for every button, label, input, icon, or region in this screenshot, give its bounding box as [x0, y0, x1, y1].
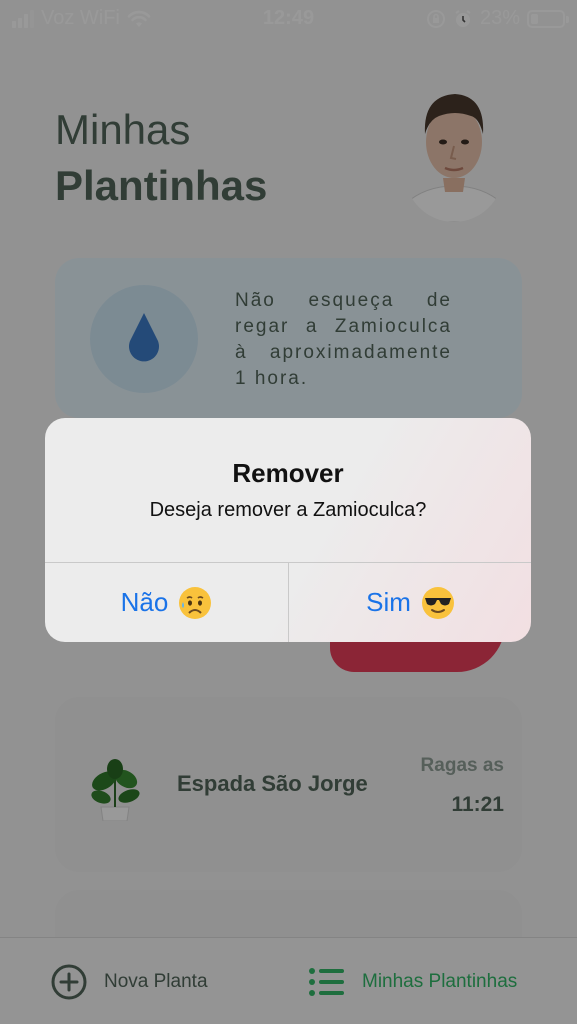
remove-alert-dialog: Remover Deseja remover a Zamioculca? Não…: [45, 418, 531, 642]
alert-title: Remover: [232, 458, 344, 488]
alert-yes-label: Sim: [366, 587, 411, 617]
alert-no-button[interactable]: Não: [45, 563, 288, 642]
alert-no-label: Não: [120, 587, 169, 617]
alert-yes-button[interactable]: Sim: [289, 563, 531, 642]
sunglasses-face-icon: [421, 586, 454, 619]
alert-message: Deseja remover a Zamioculca?: [149, 499, 427, 521]
sad-sweat-face-icon: [179, 586, 212, 619]
